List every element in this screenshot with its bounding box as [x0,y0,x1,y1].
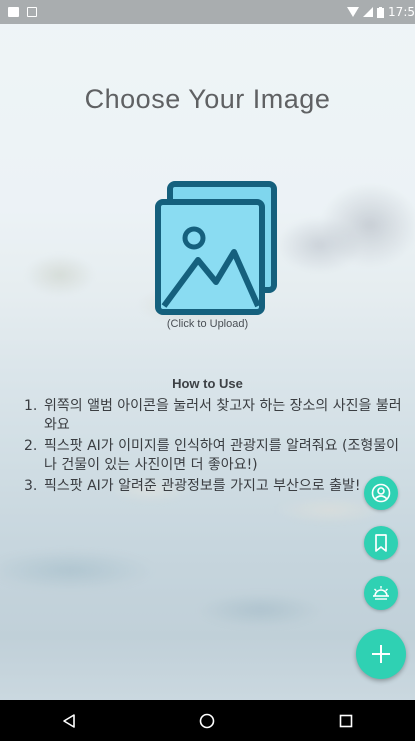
bookmark-icon [375,534,387,552]
upload-caption: (Click to Upload) [166,318,249,330]
system-nav-bar [0,700,415,741]
how-to-steps: 1. 위쪽의 앨범 아이콘을 눌러서 찾고자 하는 장소의 사진을 불러와요 2… [24,397,404,498]
nav-home-button[interactable] [187,700,227,741]
home-circle-icon [200,713,215,728]
step-number: 2. [24,438,38,454]
image-notification-icon [8,7,19,17]
upload-image-button[interactable] [150,178,290,338]
step-text: 위쪽의 앨범 아이콘을 눌러서 찾고자 하는 장소의 사진을 불러와요 [44,398,402,433]
sunrise-fab-button[interactable] [364,576,398,610]
add-fab-button[interactable] [356,629,406,679]
nav-recents-button[interactable] [326,700,366,741]
plus-icon [372,645,390,663]
bookmark-fab-button[interactable] [364,526,398,560]
how-to-use-title: How to Use [172,376,243,391]
battery-icon [377,6,385,18]
profile-fab-button[interactable] [364,476,398,510]
step-item: 2. 픽스팟 AI가 이미지를 인식하여 관광지를 알려줘요 (조형물이나 건물… [24,437,404,475]
person-icon [371,483,391,503]
image-gallery-icon [155,181,277,315]
status-time: 17:5 [388,5,415,19]
nav-back-button[interactable] [49,700,89,741]
signal-icon [363,7,374,17]
status-bar: 17:5 [0,0,415,24]
step-text: 픽스팟 AI가 이미지를 인식하여 관광지를 알려줘요 (조형물이나 건물이 있… [44,438,399,473]
status-bar-notifications [8,7,37,17]
page-title: Choose Your Image [84,84,331,114]
step-text: 픽스팟 AI가 알려준 관광정보를 가지고 부산으로 출발! [44,478,361,494]
status-bar-system: 17:5 [347,5,415,19]
step-item: 3. 픽스팟 AI가 알려준 관광정보를 가지고 부산으로 출발! [24,477,404,496]
back-triangle-icon [63,713,75,728]
sunrise-icon [373,586,389,600]
wifi-icon [347,7,360,17]
step-number: 1. [24,398,38,414]
step-number: 3. [24,478,38,494]
app-notification-icon [27,7,37,17]
recents-square-icon [339,714,353,727]
step-item: 1. 위쪽의 앨범 아이콘을 눌러서 찾고자 하는 장소의 사진을 불러와요 [24,397,404,435]
